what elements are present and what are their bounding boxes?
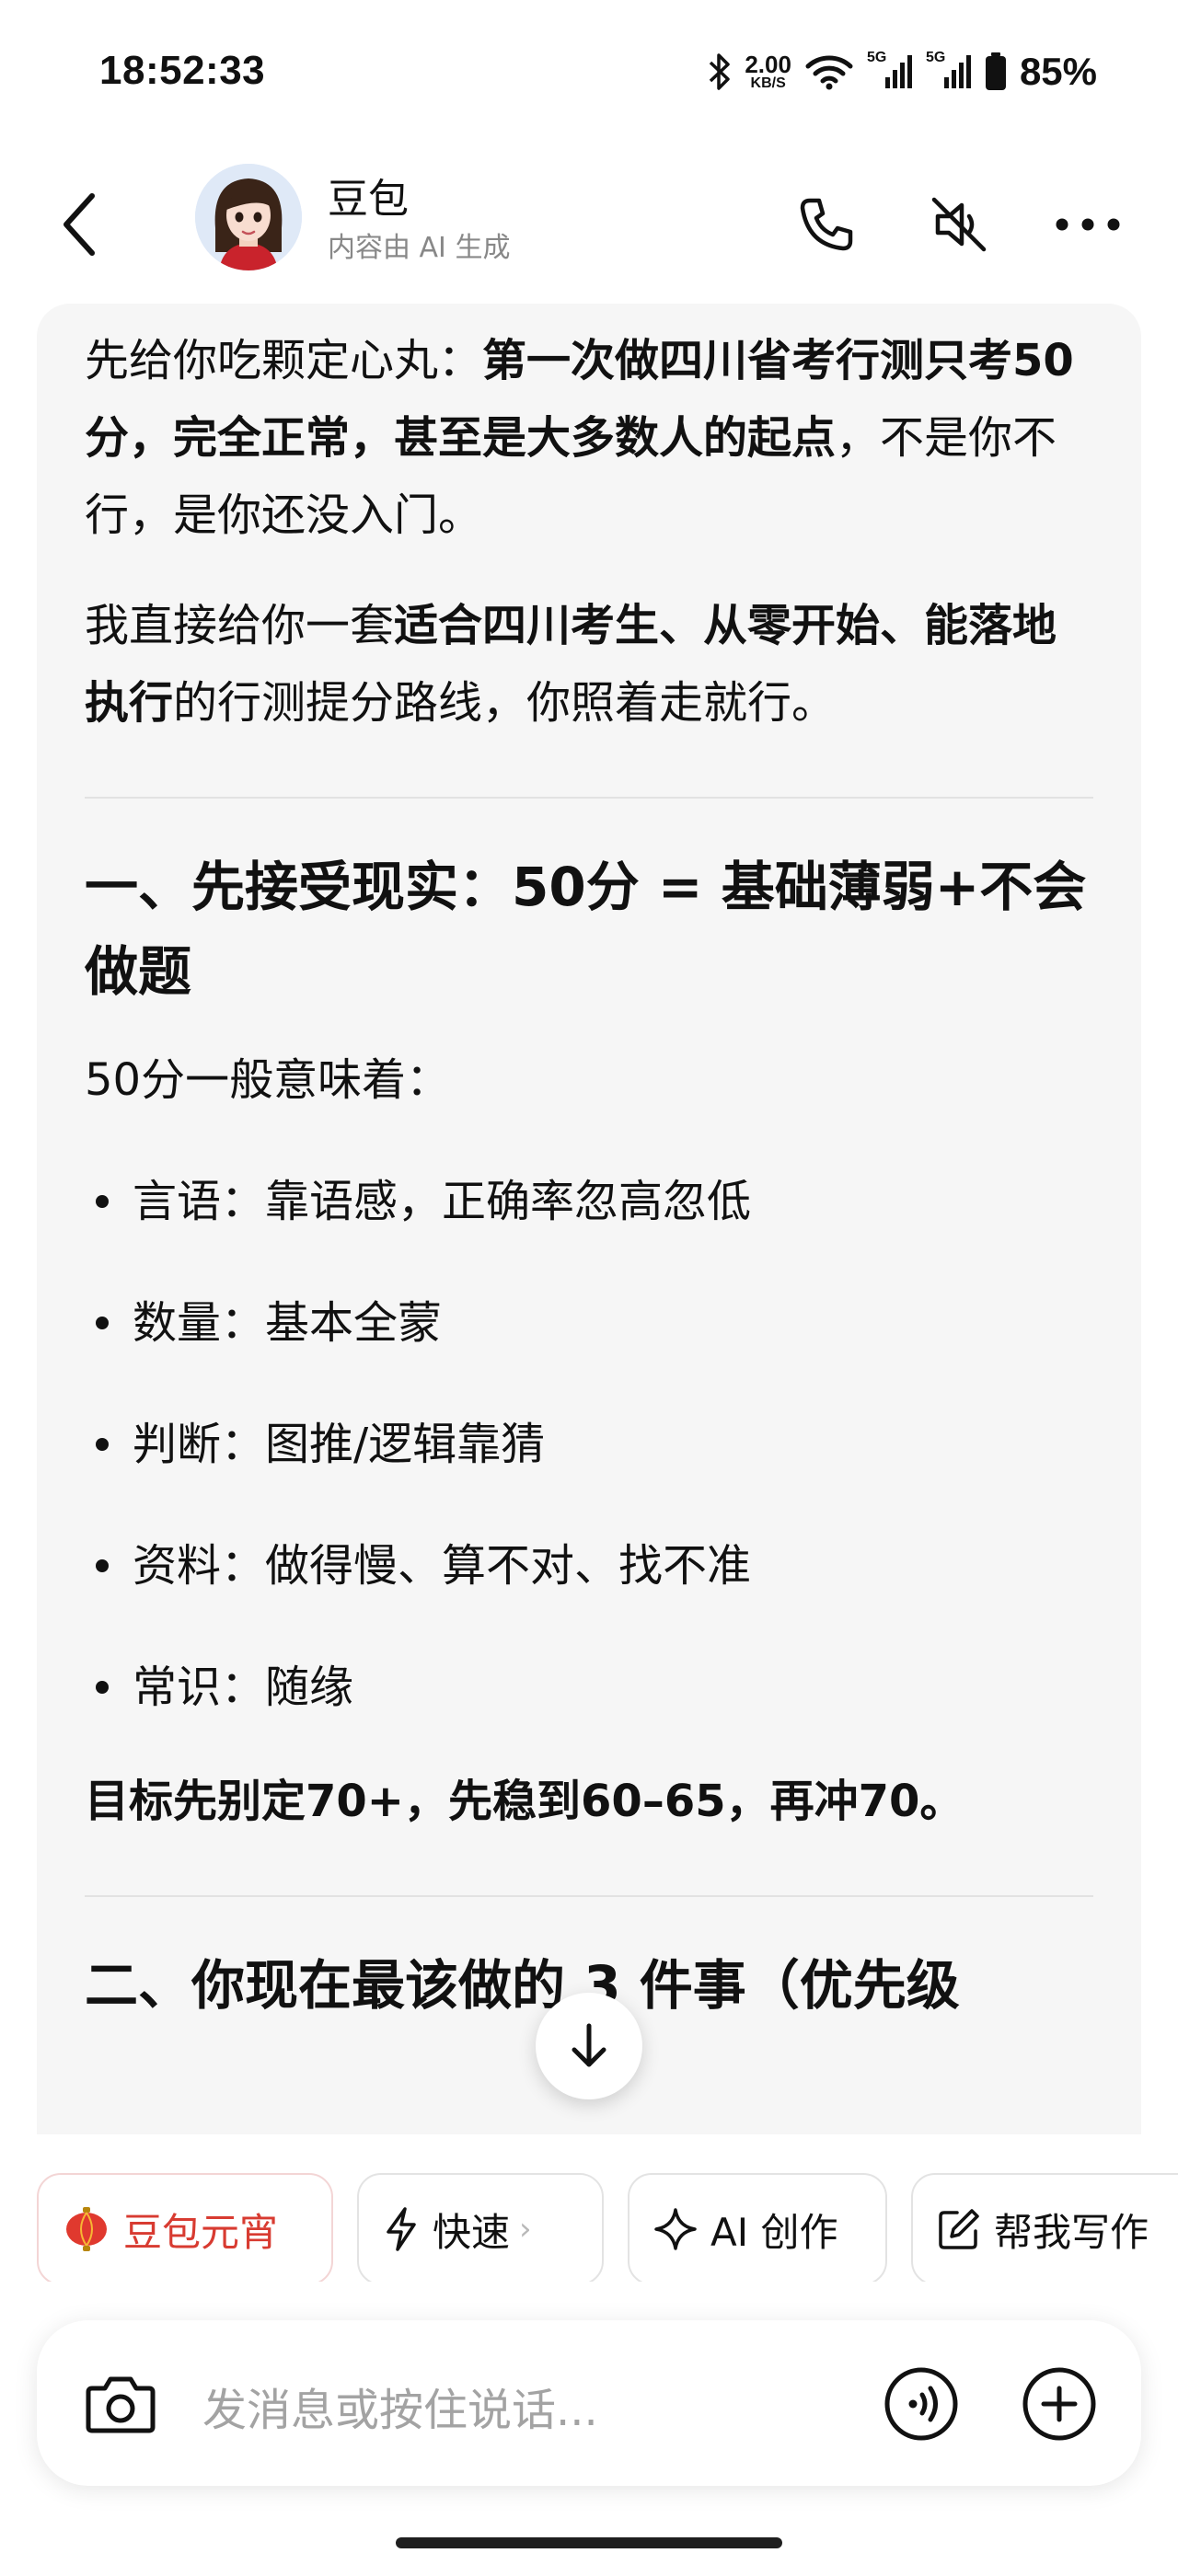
message-input-bar: 发消息或按住说话...	[37, 2320, 1141, 2486]
message-input[interactable]: 发消息或按住说话...	[202, 2374, 598, 2438]
plus-circle-icon	[1022, 2367, 1096, 2441]
phone-icon	[800, 198, 853, 251]
camera-button[interactable]	[79, 2363, 162, 2445]
bullet-icon	[96, 1317, 109, 1329]
network-speed-value: 2.00	[745, 51, 791, 78]
chip-help-me-write[interactable]: 帮我写作	[911, 2173, 1178, 2282]
status-time: 18:52:33	[99, 48, 266, 93]
status-bar: 18:52:33 2.00 KB/S 5G 5G 85%	[0, 0, 1178, 147]
shortcut-chips: 豆包元宵 快速 › AI 创作 帮我写作	[0, 2134, 1178, 2282]
chevron-left-icon	[64, 193, 95, 256]
list-item: 判断：图推/逻辑靠猜	[85, 1406, 1093, 1483]
bullet-icon	[96, 1681, 109, 1694]
chat-title: 豆包	[328, 176, 409, 223]
ai-generated-note: 内容由 AI 生成	[328, 232, 511, 264]
back-button[interactable]	[52, 188, 107, 261]
cellular-signal-icon: 5G	[867, 50, 913, 90]
avatar[interactable]	[195, 164, 302, 270]
ai-message-bubble: 先给你吃颗定心丸：第一次做四川省考行测只考50分，完全正常，甚至是大多数人的起点…	[37, 304, 1141, 2134]
section-heading: 一、先接受现实：50分 = 基础薄弱+不会做题	[85, 856, 1087, 1003]
chat-area[interactable]: 先给你吃颗定心丸：第一次做四川省考行测只考50分，完全正常，甚至是大多数人的起点…	[0, 304, 1178, 2134]
divider	[85, 797, 1093, 799]
message-paragraph: 我直接给你一套适合四川考生、从零开始、能落地执行的行测提分路线，你照着走就行。	[85, 600, 1057, 729]
chip-ai-creation[interactable]: AI 创作	[628, 2173, 887, 2282]
chip-fast-mode[interactable]: 快速 ›	[357, 2173, 604, 2282]
mute-button[interactable]	[922, 188, 996, 261]
speaker-muted-icon	[931, 197, 987, 252]
battery-percent: 85%	[1019, 50, 1097, 93]
home-indicator[interactable]	[396, 2537, 782, 2548]
network-speed-unit: KB/S	[750, 75, 786, 91]
lightning-icon	[383, 2206, 420, 2252]
chat-header: 豆包 内容由 AI 生成	[0, 147, 1178, 285]
voice-wave-icon	[884, 2367, 958, 2441]
sparkle-icon	[653, 2207, 698, 2251]
network-speed: 2.00 KB/S	[745, 52, 791, 91]
bluetooth-icon	[708, 52, 732, 92]
bullet-icon	[96, 1195, 109, 1208]
bullet-icon	[96, 1559, 109, 1572]
battery-icon	[985, 52, 1007, 91]
wifi-icon	[804, 53, 854, 90]
lantern-icon	[63, 2205, 110, 2253]
more-dots-icon	[1056, 218, 1120, 231]
camera-icon	[86, 2376, 156, 2433]
scroll-to-bottom-button[interactable]	[536, 1993, 642, 2099]
cellular-signal-icon: 5G	[926, 50, 972, 90]
chip-lantern-festival[interactable]: 豆包元宵	[37, 2173, 333, 2282]
bullet-icon	[96, 1438, 109, 1451]
section-intro: 50分一般意味着：	[85, 1054, 451, 1106]
call-button[interactable]	[790, 188, 863, 261]
status-icons: 2.00 KB/S 5G 5G 85%	[708, 46, 1097, 98]
divider	[85, 1895, 1093, 1897]
add-button[interactable]	[1022, 2366, 1097, 2442]
arrow-down-icon	[572, 2023, 606, 2067]
message-paragraph: 先给你吃颗定心丸：第一次做四川省考行测只考50分，完全正常，甚至是大多数人的起点…	[85, 335, 1074, 541]
goal-text: 目标先别定70+，先稳到60–65，再冲70。	[85, 1776, 964, 1827]
edit-icon	[937, 2207, 981, 2251]
chevron-right-icon: ›	[519, 2211, 532, 2248]
list-item: 常识：随缘	[85, 1649, 1093, 1726]
list-item: 资料：做得慢、算不对、找不准	[85, 1527, 1093, 1604]
more-button[interactable]	[1051, 188, 1125, 261]
list-item: 数量：基本全蒙	[85, 1284, 1093, 1362]
voice-call-button[interactable]	[884, 2366, 959, 2442]
list-item: 言语：靠语感，正确率忽高忽低	[85, 1163, 1093, 1240]
